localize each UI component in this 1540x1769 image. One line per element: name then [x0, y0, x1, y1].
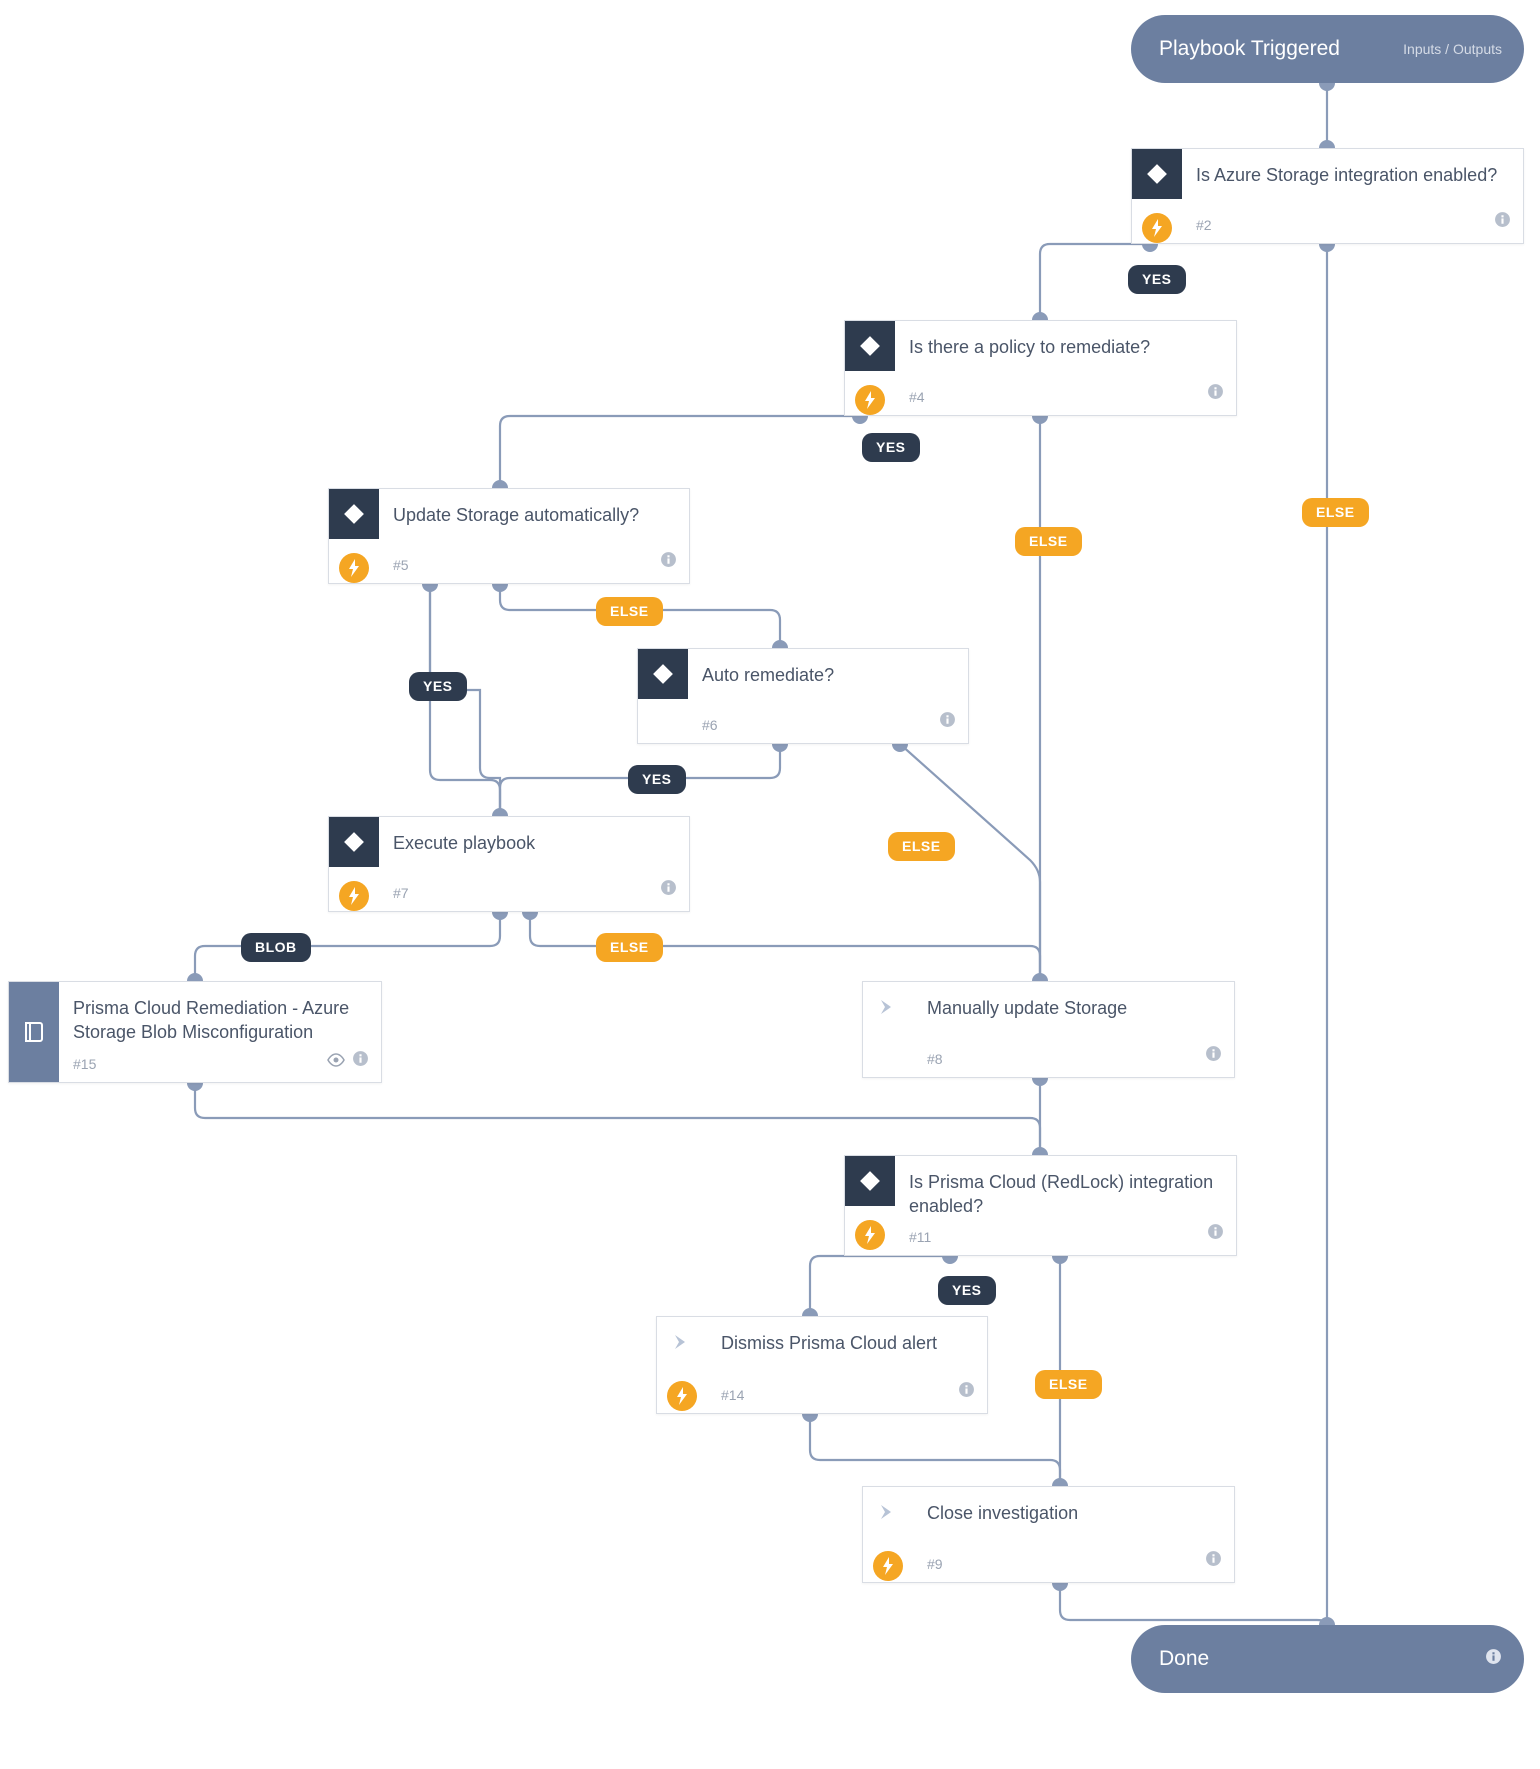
bolt-icon	[855, 1220, 885, 1250]
node-update-storage-automatically[interactable]: Update Storage automatically? #5	[328, 488, 690, 584]
node-iconcol	[657, 1317, 707, 1413]
info-icon[interactable]	[939, 711, 956, 733]
node-iconcol	[1132, 149, 1182, 243]
node-is-azure-storage-integration-enabled[interactable]: Is Azure Storage integration enabled? #2	[1131, 148, 1524, 244]
node-number: #4	[909, 389, 925, 405]
node-title: Execute playbook	[393, 831, 675, 855]
diamond-icon	[329, 817, 379, 867]
playbook-canvas: Playbook Triggered Inputs / Outputs Is A…	[0, 0, 1540, 1769]
end-title: Done	[1159, 1647, 1209, 1671]
info-icon[interactable]	[958, 1381, 975, 1403]
connectors-layer	[0, 0, 1540, 1769]
info-icon[interactable]	[1494, 211, 1511, 233]
info-icon[interactable]	[1205, 1045, 1222, 1067]
chevron-icon	[657, 1317, 707, 1367]
node-number: #14	[721, 1387, 744, 1403]
diamond-icon	[1132, 149, 1182, 199]
branch-else: ELSE	[1035, 1370, 1102, 1399]
bolt-icon	[339, 881, 369, 911]
node-title: Is Azure Storage integration enabled?	[1196, 163, 1509, 187]
book-icon	[9, 982, 59, 1082]
node-dismiss-prisma-cloud-alert[interactable]: Dismiss Prisma Cloud alert #14	[656, 1316, 988, 1414]
branch-else: ELSE	[1015, 527, 1082, 556]
bolt-icon	[339, 553, 369, 583]
branch-yes: YES	[409, 672, 467, 701]
branch-else: ELSE	[596, 933, 663, 962]
info-icon[interactable]	[660, 551, 677, 573]
node-close-investigation[interactable]: Close investigation #9	[862, 1486, 1235, 1583]
node-number: #11	[909, 1229, 931, 1245]
node-title: Update Storage automatically?	[393, 503, 675, 527]
branch-yes: YES	[938, 1276, 996, 1305]
diamond-icon	[329, 489, 379, 539]
node-auto-remediate[interactable]: Auto remediate? #6	[637, 648, 969, 744]
node-iconcol	[329, 817, 379, 911]
node-title: Dismiss Prisma Cloud alert	[721, 1331, 973, 1355]
branch-yes: YES	[1128, 265, 1186, 294]
bolt-icon	[667, 1381, 697, 1411]
branch-yes: YES	[628, 765, 686, 794]
branch-yes: YES	[862, 433, 920, 462]
node-execute-playbook[interactable]: Execute playbook #7	[328, 816, 690, 912]
branch-blob: BLOB	[241, 933, 311, 962]
branch-else: ELSE	[596, 597, 663, 626]
info-icon[interactable]	[1205, 1550, 1222, 1572]
node-title: Manually update Storage	[927, 996, 1220, 1020]
node-title: Close investigation	[927, 1501, 1220, 1525]
node-title: Prisma Cloud Remediation - Azure Storage…	[73, 996, 367, 1045]
node-manually-update-storage[interactable]: Manually update Storage #8	[862, 981, 1235, 1078]
node-title: Is there a policy to remediate?	[909, 335, 1222, 359]
node-iconcol	[638, 649, 688, 743]
node-number: #8	[927, 1051, 943, 1067]
start-subtitle: Inputs / Outputs	[1403, 41, 1502, 57]
start-title: Playbook Triggered	[1159, 37, 1340, 61]
node-iconcol	[863, 982, 913, 1077]
node-number: #7	[393, 885, 409, 901]
bolt-icon	[1142, 213, 1172, 243]
diamond-icon	[638, 649, 688, 699]
node-number: #6	[702, 717, 718, 733]
start-node[interactable]: Playbook Triggered Inputs / Outputs	[1131, 15, 1524, 83]
chevron-icon	[863, 1487, 913, 1537]
info-icon[interactable]	[1207, 383, 1224, 405]
node-is-there-a-policy-to-remediate[interactable]: Is there a policy to remediate? #4	[844, 320, 1237, 416]
info-icon[interactable]	[352, 1050, 369, 1072]
node-title: Is Prisma Cloud (RedLock) integration en…	[909, 1170, 1222, 1219]
chevron-icon	[863, 982, 913, 1032]
end-node[interactable]: Done	[1131, 1625, 1524, 1693]
diamond-icon	[845, 321, 895, 371]
node-number: #5	[393, 557, 409, 573]
node-iconcol	[845, 321, 895, 415]
node-number: #15	[73, 1056, 96, 1072]
branch-else: ELSE	[1302, 498, 1369, 527]
node-iconcol	[863, 1487, 913, 1582]
node-iconcol	[329, 489, 379, 583]
node-number: #9	[927, 1556, 943, 1572]
node-prisma-cloud-remediation-azure-storage-blob[interactable]: Prisma Cloud Remediation - Azure Storage…	[8, 981, 382, 1083]
info-icon[interactable]	[1207, 1223, 1224, 1245]
node-iconcol	[845, 1156, 895, 1255]
branch-else: ELSE	[888, 832, 955, 861]
node-iconcol	[9, 982, 59, 1082]
node-is-prisma-cloud-redlock-integration-enabled[interactable]: Is Prisma Cloud (RedLock) integration en…	[844, 1155, 1237, 1256]
info-icon[interactable]	[660, 879, 677, 901]
node-title: Auto remediate?	[702, 663, 954, 687]
bolt-icon	[873, 1551, 903, 1581]
bolt-icon	[855, 385, 885, 415]
info-icon[interactable]	[1485, 1647, 1502, 1671]
eye-icon[interactable]	[327, 1053, 345, 1072]
node-number: #2	[1196, 217, 1212, 233]
diamond-icon	[845, 1156, 895, 1206]
